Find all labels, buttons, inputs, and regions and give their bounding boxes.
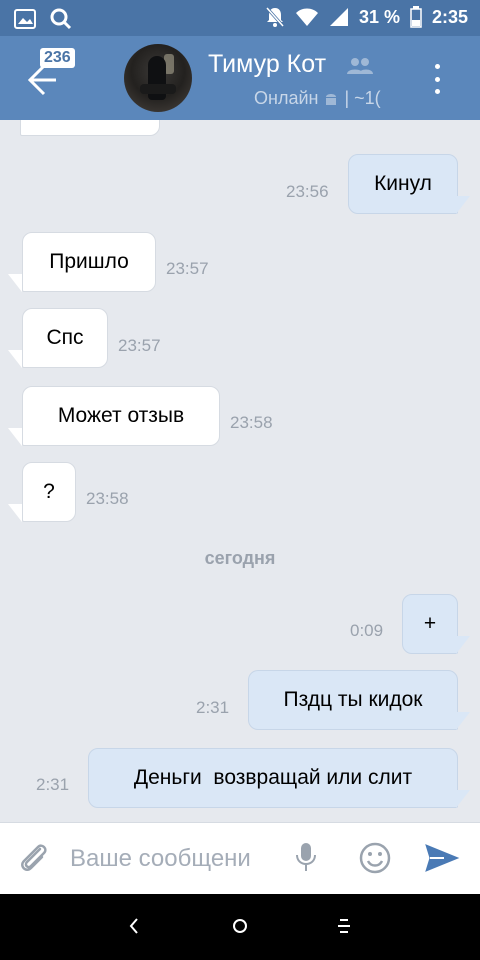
status-text: Онлайн xyxy=(254,88,319,108)
avatar[interactable] xyxy=(124,44,192,112)
send-icon[interactable] xyxy=(424,841,460,880)
gallery-icon xyxy=(14,9,36,29)
muted-bell-icon xyxy=(265,6,285,28)
contact-name[interactable]: Тимур Кот xyxy=(208,50,326,79)
message-time: 23:57 xyxy=(118,336,161,355)
nav-back-icon[interactable] xyxy=(128,916,140,941)
more-menu-button[interactable] xyxy=(428,64,446,94)
message-text: Пришло xyxy=(49,250,129,273)
dot xyxy=(434,64,440,69)
message-bubble[interactable]: Пздц ты кидок xyxy=(248,670,458,730)
dot xyxy=(434,76,440,82)
emoji-icon[interactable] xyxy=(358,841,392,880)
message-text: Пздц ты кидок xyxy=(283,688,423,711)
nav-home-icon[interactable] xyxy=(230,916,250,941)
message-text: Деньги возвращай или слит xyxy=(133,766,413,789)
message-bubble[interactable]: ? xyxy=(22,462,76,522)
message-time: 23:56 xyxy=(286,182,329,201)
message-text: + xyxy=(423,612,437,635)
unread-badge: 236 xyxy=(40,48,75,68)
battery-text: 31 % xyxy=(358,6,400,27)
message-text: Может отзыв xyxy=(57,404,185,427)
online-status: Онлайн | ~1( xyxy=(254,88,394,109)
message-list[interactable]: 23:56 Кинул Пришло 23:57 Спс 23:57 Может… xyxy=(0,120,480,822)
battery-icon xyxy=(410,6,422,28)
message-text: ? xyxy=(43,480,55,503)
status-suffix: | ~1( xyxy=(344,88,381,108)
friends-icon xyxy=(346,56,374,81)
clock: 2:35 xyxy=(431,6,468,27)
attach-icon[interactable] xyxy=(18,841,50,880)
date-separator: сегодня xyxy=(204,548,276,568)
message-bubble[interactable]: Пришло xyxy=(22,232,156,292)
message-text: Кинул xyxy=(374,172,432,195)
message-time: 23:57 xyxy=(166,259,209,278)
nav-menu-icon[interactable] xyxy=(336,916,352,941)
dot xyxy=(434,89,440,94)
message-bubble[interactable]: Может отзыв xyxy=(22,386,220,446)
message-text: Спс xyxy=(46,326,84,349)
wifi-icon xyxy=(295,7,319,27)
message-bubble[interactable]: Кинул xyxy=(348,154,458,214)
system-nav-bar xyxy=(0,894,480,960)
chat-header: 236 Тимур Кот Онлайн | ~1( xyxy=(0,36,480,120)
message-time: 23:58 xyxy=(86,489,129,508)
message-bubble-cut xyxy=(20,120,160,136)
android-icon xyxy=(324,91,338,107)
status-bar: 31 % 2:35 xyxy=(0,0,480,36)
message-time: 23:58 xyxy=(230,413,273,432)
message-time: 2:31 xyxy=(36,775,70,794)
compose-bar: Ваше сообщени xyxy=(0,822,480,895)
message-bubble[interactable]: + xyxy=(402,594,458,654)
microphone-icon[interactable] xyxy=(294,841,318,880)
message-input[interactable]: Ваше сообщени xyxy=(70,845,282,873)
search-icon xyxy=(50,8,72,30)
message-time: 0:09 xyxy=(350,621,384,640)
message-time: 2:31 xyxy=(196,698,230,717)
message-bubble[interactable]: Спс xyxy=(22,308,108,368)
signal-icon xyxy=(329,7,349,27)
message-bubble[interactable]: Деньги возвращай или слит xyxy=(88,748,458,808)
